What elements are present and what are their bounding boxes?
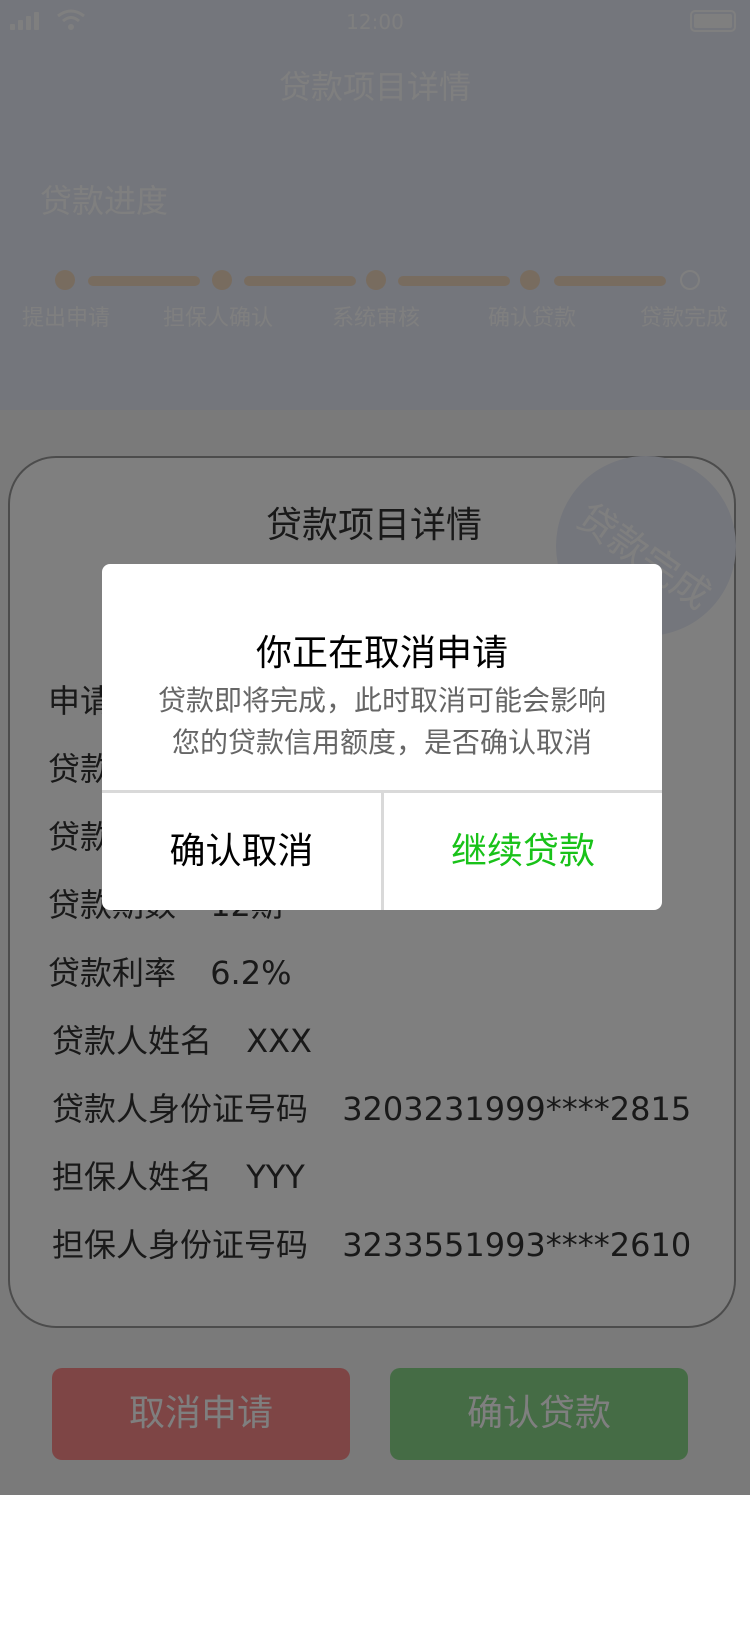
dialog-message: 贷款即将完成，此时取消可能会影响 您的贷款信用额度，是否确认取消 (122, 680, 642, 764)
dialog-message-line-2: 您的贷款信用额度，是否确认取消 (171, 726, 592, 759)
confirm-cancel-button[interactable]: 确认取消 (102, 793, 381, 910)
continue-loan-button[interactable]: 继续贷款 (384, 793, 662, 910)
dialog-title: 你正在取消申请 (255, 633, 508, 674)
dialog-message-line-1: 贷款即将完成，此时取消可能会影响 (157, 684, 606, 717)
cancel-confirm-dialog: 你正在取消申请 贷款即将完成，此时取消可能会影响 您的贷款信用额度，是否确认取消… (102, 564, 662, 910)
